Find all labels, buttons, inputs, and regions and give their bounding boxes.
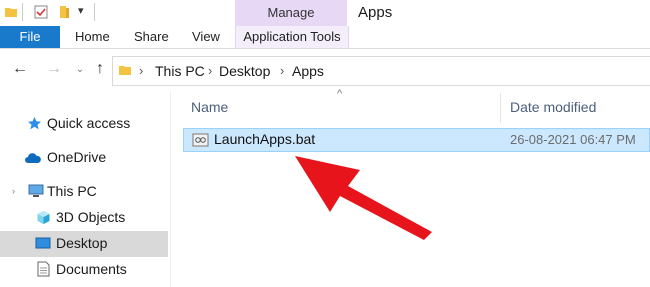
breadcrumb-separator-icon: ›	[280, 63, 285, 78]
column-separator[interactable]	[500, 93, 501, 123]
up-arrow-icon[interactable]: ↑	[90, 60, 110, 78]
back-arrow-icon[interactable]: ←	[10, 60, 30, 78]
desktop-icon	[35, 237, 51, 250]
breadcrumb-desktop[interactable]: Desktop	[219, 63, 270, 79]
batch-file-icon	[192, 133, 209, 147]
toolbar-divider	[94, 3, 95, 21]
tab-file[interactable]: File	[0, 26, 60, 48]
breadcrumb-this-pc[interactable]: This PC	[155, 63, 205, 79]
pane-divider[interactable]	[170, 91, 171, 287]
computer-icon	[28, 184, 44, 198]
expand-chevron-icon[interactable]: ›	[12, 186, 15, 196]
sidebar-item-quick-access[interactable]: Quick access	[0, 111, 168, 137]
sidebar-item-label: Documents	[56, 261, 127, 277]
breadcrumb-separator-icon: ›	[208, 63, 213, 78]
breadcrumb-separator-icon: ›	[139, 63, 144, 78]
tab-home[interactable]: Home	[75, 26, 110, 48]
sidebar-item-label: OneDrive	[47, 149, 107, 165]
document-icon	[37, 261, 50, 277]
sidebar-item-label: Desktop	[56, 235, 108, 251]
sidebar-item-documents[interactable]: Documents	[0, 257, 168, 283]
file-date-modified: 26-08-2021 06:47 PM	[510, 132, 636, 147]
sidebar-item-3d-objects[interactable]: 3D Objects	[0, 205, 168, 231]
breadcrumb-apps[interactable]: Apps	[292, 63, 324, 79]
folder-icon[interactable]	[4, 5, 18, 19]
recent-locations-chevron-icon[interactable]: ⌄	[70, 64, 90, 75]
customize-toolbar-icon[interactable]: ▾	[78, 4, 84, 17]
column-header-name[interactable]: Name	[191, 99, 228, 115]
sidebar-item-label: Quick access	[47, 115, 131, 131]
window-title: Apps	[358, 4, 393, 21]
sort-caret-icon: ^	[337, 88, 343, 100]
folder-icon	[118, 63, 132, 77]
properties-icon[interactable]	[34, 5, 48, 19]
star-icon	[27, 116, 42, 131]
sidebar-item-this-pc[interactable]: › This PC	[0, 179, 168, 205]
cube-icon	[36, 210, 51, 225]
column-header-date-modified[interactable]: Date modified	[510, 99, 596, 115]
forward-arrow-icon[interactable]: →	[44, 60, 64, 78]
tab-application-tools[interactable]: Application Tools	[235, 26, 349, 48]
sidebar-item-desktop[interactable]: Desktop	[0, 231, 168, 257]
file-name[interactable]: LaunchApps.bat	[214, 131, 315, 147]
new-folder-icon[interactable]	[58, 5, 72, 19]
tab-share[interactable]: Share	[134, 26, 169, 48]
cloud-icon	[24, 152, 42, 164]
manage-label: Manage	[267, 5, 315, 20]
toolbar-divider	[22, 3, 23, 21]
red-pointer-arrow	[280, 148, 440, 242]
sidebar-item-label: This PC	[47, 183, 97, 199]
sidebar-item-label: 3D Objects	[56, 209, 126, 225]
manage-context-tab: Manage	[235, 0, 347, 26]
sidebar-item-onedrive[interactable]: OneDrive	[0, 145, 168, 171]
tab-view[interactable]: View	[192, 26, 220, 48]
